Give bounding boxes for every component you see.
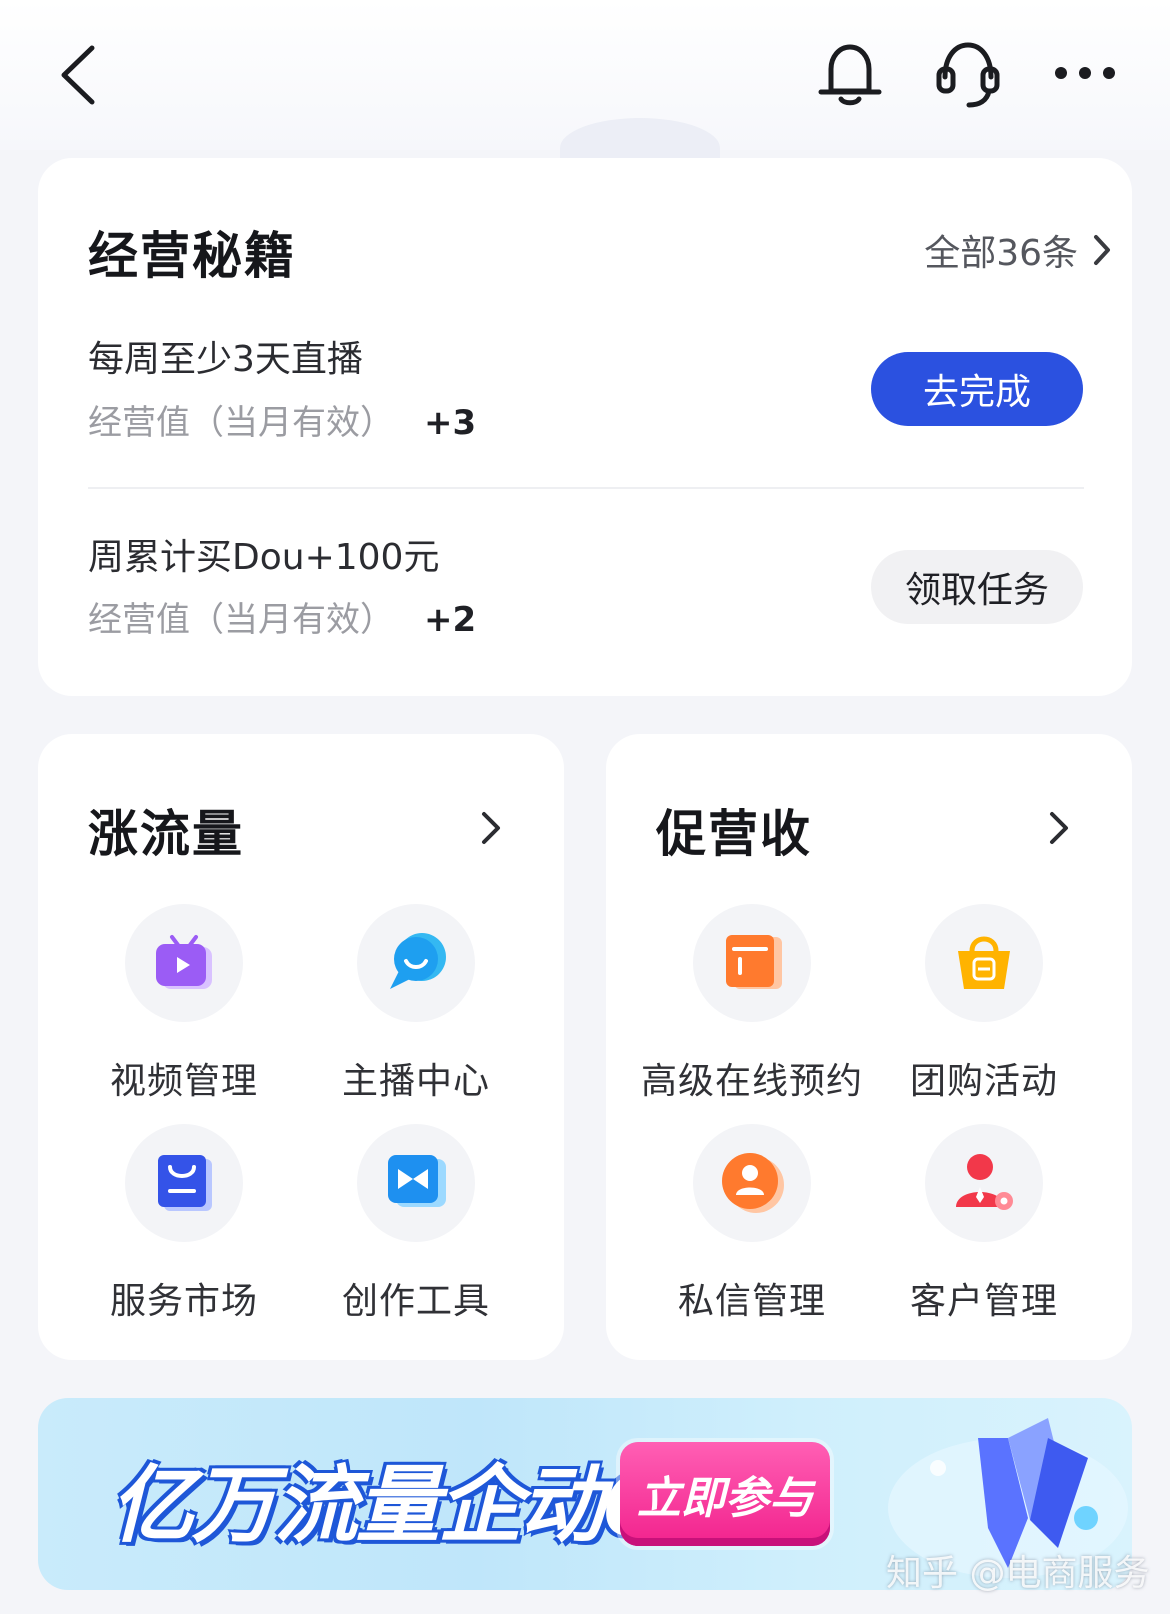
anchor-chat-icon <box>390 933 446 989</box>
customer-manage-icon <box>956 1154 1013 1210</box>
business-secrets-title: 经营秘籍 <box>88 227 296 285</box>
shopping-bag-icon <box>158 1155 212 1211</box>
customer-service-button[interactable] <box>930 36 1006 112</box>
chevron-right-icon[interactable] <box>1048 810 1070 846</box>
tool-anchor-center[interactable]: 主播中心 <box>296 904 536 1104</box>
complete-task-button[interactable]: 去完成 <box>871 352 1083 426</box>
tool-label: 创作工具 <box>341 1281 490 1322</box>
task-points-row: 经营值（当月有效） +2 <box>88 592 476 641</box>
notifications-button[interactable] <box>812 36 888 112</box>
tool-icon-bg <box>125 904 243 1022</box>
see-all-link[interactable]: 全部36条 <box>924 224 1112 276</box>
tool-icon-bg <box>925 904 1043 1022</box>
tool-customer-manage[interactable]: 客户管理 <box>864 1124 1104 1324</box>
video-tv-icon <box>156 935 212 989</box>
tool-icon-bg <box>925 1124 1043 1242</box>
private-message-icon <box>722 1153 784 1213</box>
tool-advanced-booking[interactable]: 高级在线预约 <box>632 904 872 1104</box>
task-points-value: +3 <box>424 403 477 443</box>
chevron-right-icon[interactable] <box>480 810 502 846</box>
more-dots-icon <box>1055 67 1115 79</box>
boost-revenue-title[interactable]: 促营收 <box>656 794 812 866</box>
tool-label: 主播中心 <box>341 1061 490 1102</box>
tool-private-message[interactable]: 私信管理 <box>632 1124 872 1324</box>
tool-label: 高级在线预约 <box>640 1061 863 1102</box>
claim-task-button[interactable]: 领取任务 <box>871 550 1083 624</box>
chevron-left-icon <box>61 45 95 105</box>
tool-service-market[interactable]: 服务市场 <box>64 1124 304 1324</box>
task-points-value: +2 <box>424 600 477 640</box>
tool-icon-bg <box>693 1124 811 1242</box>
booking-calendar-icon <box>726 935 782 989</box>
more-button[interactable] <box>1050 50 1120 96</box>
tool-icon-bg <box>693 904 811 1022</box>
creation-tool-icon <box>388 1155 446 1207</box>
tool-icon-bg <box>357 904 475 1022</box>
task-points-label: 经营值（当月有效） <box>88 403 394 443</box>
tool-video-manage[interactable]: 视频管理 <box>64 904 304 1104</box>
headset-icon <box>936 42 1000 108</box>
watermark: 知乎 @电商服务 <box>886 1553 1150 1594</box>
grow-traffic-title[interactable]: 涨流量 <box>88 794 244 866</box>
back-button[interactable] <box>48 40 108 110</box>
tool-label: 团购活动 <box>909 1061 1058 1102</box>
divider <box>88 487 1084 489</box>
tool-group-buy[interactable]: 团购活动 <box>864 904 1104 1104</box>
group-buy-basket-icon <box>958 936 1010 989</box>
join-now-button[interactable]: 立即参与 <box>620 1442 830 1546</box>
task-name: 每周至少3天直播 <box>88 339 363 380</box>
task-points-row: 经营值（当月有效） +3 <box>88 395 476 444</box>
task-name: 周累计买Dou+100元 <box>88 537 440 578</box>
task-points-label: 经营值（当月有效） <box>88 600 394 640</box>
tool-icon-bg <box>125 1124 243 1242</box>
tool-label: 视频管理 <box>109 1061 258 1102</box>
chevron-right-icon <box>1094 235 1110 265</box>
bell-icon <box>818 44 882 106</box>
tool-icon-bg <box>357 1124 475 1242</box>
tool-label: 私信管理 <box>677 1281 826 1322</box>
tool-creation-tools[interactable]: 创作工具 <box>296 1124 536 1324</box>
see-all-label: 全部36条 <box>924 233 1078 274</box>
tool-label: 客户管理 <box>909 1281 1058 1322</box>
tool-label: 服务市场 <box>109 1281 258 1322</box>
